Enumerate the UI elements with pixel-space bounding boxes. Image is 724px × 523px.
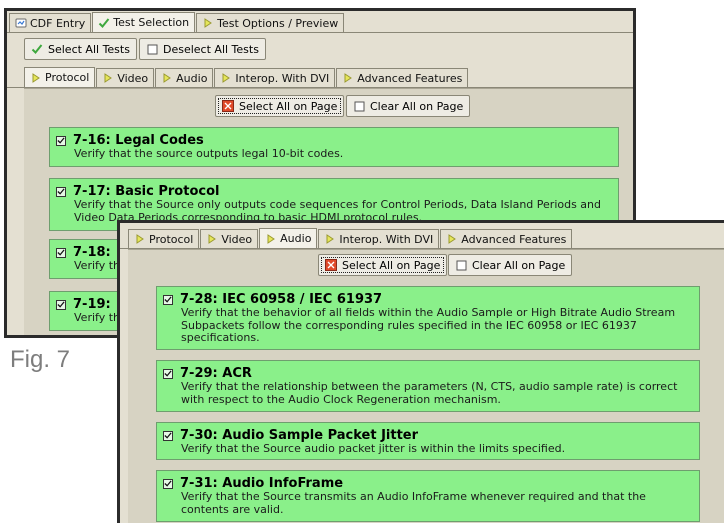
test-checkbox[interactable] [56,299,66,310]
button-label: Select All on Page [342,258,441,272]
test-checkbox[interactable] [163,430,173,441]
test-checkbox[interactable] [56,135,66,146]
clear-all-on-page-button[interactable]: Clear All on Page [346,95,471,117]
checkmark-icon [98,17,110,29]
tab-label: Video [117,71,149,85]
button-label: Select All Tests [48,42,130,56]
category-tab-bar: Protocol Video Audio Interop. With DVI Advan… [24,67,469,87]
test-card[interactable]: 7-30: Audio Sample Packet Jitter Verify t… [156,422,700,460]
test-card[interactable]: 7-31: Audio InfoFrame Verify that the Sou… [156,470,700,522]
test-checkbox[interactable] [56,247,66,258]
tab-label: Audio [280,232,312,245]
tab-label: Advanced Features [357,71,463,85]
test-title: 7-30: Audio Sample Packet Jitter [180,428,419,443]
tab-label: Audio [176,71,208,85]
arrow-right-icon [324,233,336,245]
test-list-panel: Select All on Page Clear All on Page 7-2… [128,249,724,523]
tab-advanced-features[interactable]: Advanced Features [336,68,469,87]
test-card[interactable]: 7-16: Legal Codes Verify that the source … [49,127,619,167]
tab-interop-with-dvi[interactable]: Interop. With DVI [318,229,440,248]
select-page-icon [222,100,234,112]
tab-label: Advanced Features [461,232,567,246]
test-checkbox[interactable] [163,294,173,305]
cdf-icon [15,17,27,29]
empty-box-icon [353,100,365,112]
arrow-right-icon [342,72,354,84]
tab-label: Interop. With DVI [235,71,330,85]
tab-label: Interop. With DVI [339,232,434,246]
tab-test-options-preview[interactable]: Test Options / Preview [196,13,345,32]
tab-label: CDF Entry [30,16,86,30]
test-title: 7-28: IEC 60958 / IEC 61937 [180,292,383,307]
test-description: Verify that the Source transmits an Audi… [181,490,646,516]
category-tab-bar: Protocol Video Audio Interop. With DVI Advan… [128,228,573,248]
test-card-header: 7-16: Legal Codes [56,133,610,148]
test-checkbox[interactable] [163,368,173,379]
divider [7,32,633,33]
button-label: Deselect All Tests [163,42,259,56]
select-page-icon [325,259,337,271]
tab-cdf-entry[interactable]: CDF Entry [9,13,92,32]
button-label: Clear All on Page [370,99,464,113]
test-description: Verify that the Source audio packet jitt… [181,442,566,455]
test-checkbox[interactable] [56,186,66,197]
select-all-on-page-button[interactable]: Select All on Page [318,254,448,276]
tab-label: Protocol [149,232,194,246]
tab-advanced-features[interactable]: Advanced Features [440,229,573,248]
arrow-right-icon [102,72,114,84]
test-description: Verify that the source outputs legal 10-… [74,147,344,160]
tab-video[interactable]: Video [96,68,155,87]
select-all-on-page-button[interactable]: Select All on Page [215,95,345,117]
arrow-right-icon [265,233,277,245]
test-card-header: 7-29: ACR [163,366,691,381]
test-title: 7-18: [73,245,111,260]
tab-protocol[interactable]: Protocol [128,229,200,248]
test-description: Verify that the behavior of all fields w… [181,306,676,344]
test-title: 7-31: Audio InfoFrame [180,476,344,491]
test-title: 7-16: Legal Codes [73,133,204,148]
empty-box-icon [146,43,158,55]
top-tab-bar: CDF Entry Test Selection Test Options / … [9,12,345,32]
arrow-right-icon [134,233,146,245]
test-description: Verify that the relationship between the… [181,380,678,406]
button-label: Clear All on Page [472,258,566,272]
tab-label: Test Options / Preview [217,16,339,30]
test-checkbox[interactable] [163,478,173,489]
test-title: 7-19: [73,297,111,312]
test-card-header: 7-17: Basic Protocol [56,184,610,199]
arrow-right-icon [202,17,214,29]
empty-box-icon [455,259,467,271]
test-card-header: 7-28: IEC 60958 / IEC 61937 [163,292,691,307]
tab-label: Test Selection [113,16,190,29]
figure-caption: Fig. 7 [10,346,71,373]
tab-audio[interactable]: Audio [155,68,214,87]
tab-label: Protocol [45,71,90,84]
deselect-all-tests-button[interactable]: Deselect All Tests [139,38,266,60]
test-title: 7-29: ACR [180,366,252,381]
arrow-right-icon [206,233,218,245]
test-card-header: 7-31: Audio InfoFrame [163,476,691,491]
audio-tests-window: Protocol Video Audio Interop. With DVI Advan… [117,220,724,523]
tab-audio[interactable]: Audio [259,228,318,248]
tab-video[interactable]: Video [200,229,259,248]
arrow-right-icon [161,72,173,84]
tab-interop-with-dvi[interactable]: Interop. With DVI [214,68,336,87]
select-all-tests-button[interactable]: Select All Tests [24,38,137,60]
arrow-right-icon [220,72,232,84]
test-card[interactable]: 7-28: IEC 60958 / IEC 61937 Verify that t… [156,286,700,350]
tab-label: Video [221,232,253,246]
tab-test-selection[interactable]: Test Selection [92,12,196,32]
checkmark-icon [31,43,43,55]
clear-all-on-page-button[interactable]: Clear All on Page [448,254,573,276]
test-card-header: 7-30: Audio Sample Packet Jitter [163,428,691,443]
arrow-right-icon [446,233,458,245]
button-label: Select All on Page [239,99,338,113]
test-title: 7-17: Basic Protocol [73,184,220,199]
test-card[interactable]: 7-29: ACR Verify that the relationship be… [156,360,700,412]
tab-protocol[interactable]: Protocol [24,67,96,87]
arrow-right-icon [30,72,42,84]
